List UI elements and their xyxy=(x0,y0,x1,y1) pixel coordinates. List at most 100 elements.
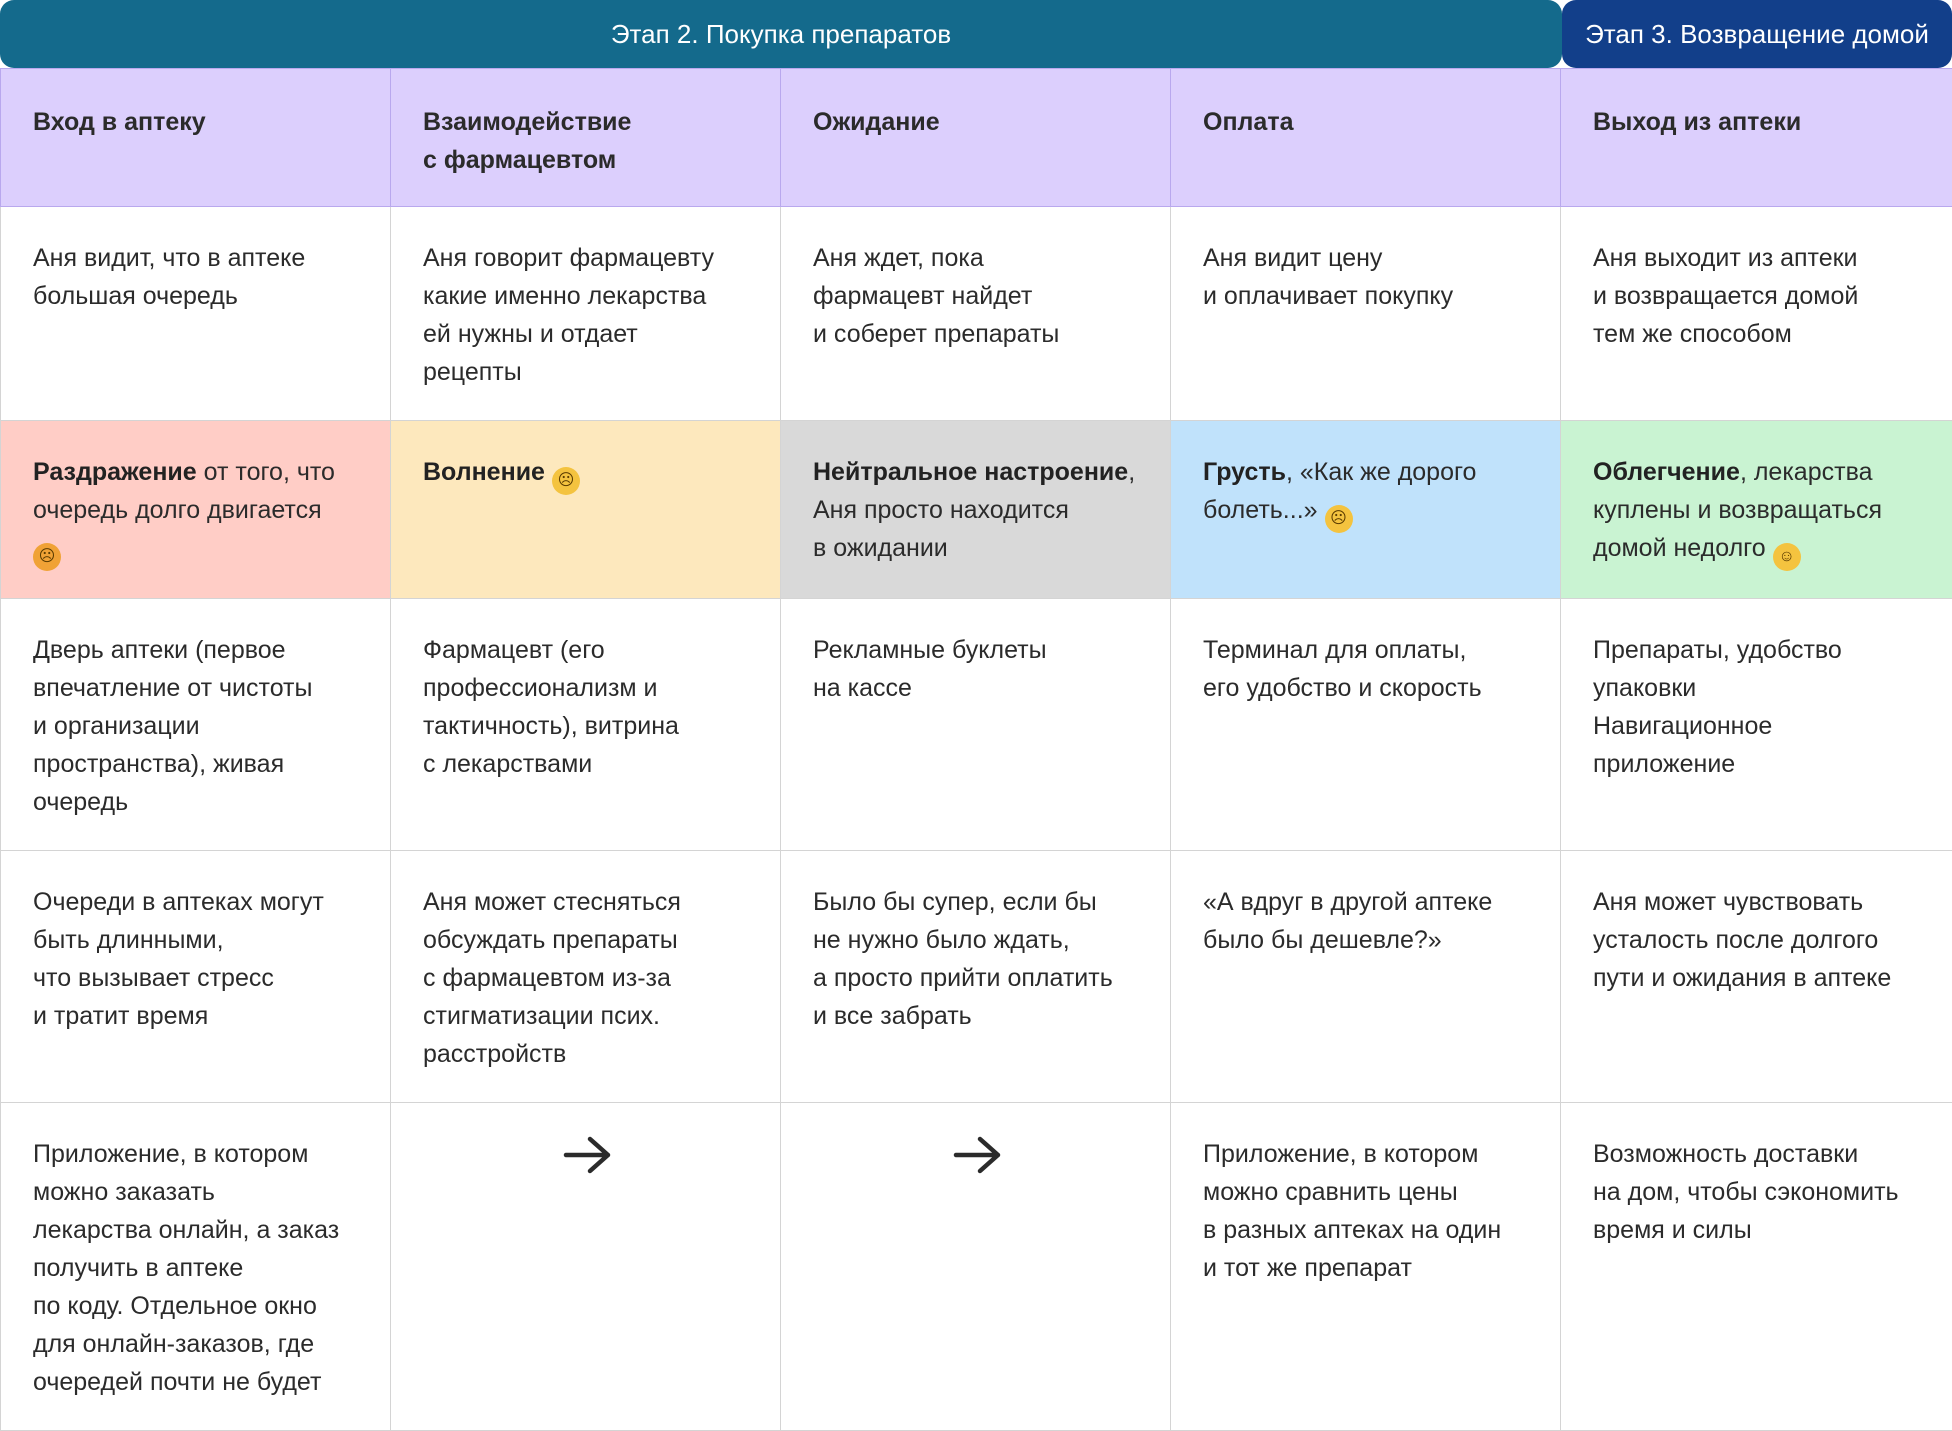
text-line: можно сравнить цены xyxy=(1203,1173,1532,1211)
stage-2-banner: Этап 2. Покупка препаратов xyxy=(0,0,1562,68)
text-line: Терминал для оплаты, xyxy=(1203,631,1532,669)
text-line: тем же способом xyxy=(1593,315,1924,353)
text-line: и тот же препарат xyxy=(1203,1249,1532,1287)
ideas-row: Приложение, в котором можно заказать лек… xyxy=(1,1103,1952,1431)
touchpoints-row: Дверь аптеки (первое впечатление от чист… xyxy=(1,599,1952,851)
relieved-face-icon: ☺ xyxy=(1773,543,1801,571)
text-line: для онлайн-заказов, где xyxy=(33,1325,362,1363)
idea-cell-arrow xyxy=(391,1103,781,1431)
text-line: Фармацевт (его xyxy=(423,631,752,669)
action-cell: Аня видит, что в аптеке большая очередь xyxy=(1,207,391,421)
arrow-right-icon xyxy=(562,1135,614,1175)
touchpoint-cell: Рекламные буклеты на кассе xyxy=(781,599,1171,851)
text-line: по коду. Отдельное окно xyxy=(33,1287,362,1325)
text-line: рецепты xyxy=(423,353,752,391)
text-line: в ожидании xyxy=(813,529,1142,567)
text-line: очередь xyxy=(33,783,362,821)
step-label: Оплата xyxy=(1203,103,1532,141)
text-line: можно заказать xyxy=(33,1173,362,1211)
text-line: не нужно было ждать, xyxy=(813,921,1142,959)
text-line: Аня видит, что в аптеке xyxy=(33,239,362,277)
step-label: с фармацевтом xyxy=(423,141,752,179)
arrow-right-icon xyxy=(952,1135,1004,1175)
text-line: очередей почти не будет xyxy=(33,1363,362,1401)
emotion-cell-neutral: Нейтральное настроение, Аня просто наход… xyxy=(781,421,1171,599)
text-line: впечатление от чистоты xyxy=(33,669,362,707)
text-line: Аня выходит из аптеки xyxy=(1593,239,1924,277)
text-line: Было бы супер, если бы xyxy=(813,883,1142,921)
text-line: профессионализм и xyxy=(423,669,752,707)
emotions-row: Раздражение от того, что очередь долго д… xyxy=(1,421,1952,599)
text-line: его удобство и скорость xyxy=(1203,669,1532,707)
text-line: Аня ждет, пока xyxy=(813,239,1142,277)
text-line: усталость после долгого xyxy=(1593,921,1924,959)
text-line: получить в аптеке xyxy=(33,1249,362,1287)
emotion-label: Раздражение xyxy=(33,458,197,486)
text-line: , «Как же дорого xyxy=(1286,458,1477,486)
text-line: болеть...» xyxy=(1203,496,1318,524)
text-line: лекарства онлайн, а заказ xyxy=(33,1211,362,1249)
text-line: какие именно лекарства xyxy=(423,277,752,315)
action-cell: Аня видит цену и оплачивает покупку xyxy=(1171,207,1561,421)
text-line: время и силы xyxy=(1593,1211,1924,1249)
touchpoint-cell: Дверь аптеки (первое впечатление от чист… xyxy=(1,599,391,851)
text-line: куплены и возвращаться xyxy=(1593,491,1924,529)
emotion-cell-relief: Облегчение, лекарства куплены и возвраща… xyxy=(1561,421,1952,599)
step-header-entry: Вход в аптеку xyxy=(1,69,391,207)
text-line: с лекарствами xyxy=(423,745,752,783)
step-header-waiting: Ожидание xyxy=(781,69,1171,207)
text-line: , лекарства xyxy=(1740,458,1873,486)
text-line: в разных аптеках на один xyxy=(1203,1211,1532,1249)
text-line: стигматизации псих. xyxy=(423,997,752,1035)
text-line: большая очередь xyxy=(33,277,362,315)
text-line: что вызывает стресс xyxy=(33,959,362,997)
step-label: Ожидание xyxy=(813,103,1142,141)
idea-cell: Приложение, в котором можно сравнить цен… xyxy=(1171,1103,1561,1431)
emotion-label: Грусть xyxy=(1203,458,1286,486)
step-label: Вход в аптеку xyxy=(33,103,362,141)
text-line: пространства), живая xyxy=(33,745,362,783)
idea-cell-arrow xyxy=(781,1103,1171,1431)
text-line: домой недолго xyxy=(1593,534,1766,562)
text-line: быть длинными, xyxy=(33,921,362,959)
text-line: «А вдруг в другой аптеке xyxy=(1203,883,1532,921)
text-line: расстройств xyxy=(423,1035,752,1073)
customer-journey-map: Вход в аптеку Взаимодействие с фармацевт… xyxy=(0,68,1952,1431)
action-cell: Аня выходит из аптеки и возвращается дом… xyxy=(1561,207,1952,421)
persevering-face-icon: ☹ xyxy=(552,467,580,495)
action-cell: Аня ждет, пока фармацевт найдет и собере… xyxy=(781,207,1171,421)
text-line: а просто прийти оплатить xyxy=(813,959,1142,997)
step-header-payment: Оплата xyxy=(1171,69,1561,207)
text-line: Навигационное xyxy=(1593,707,1924,745)
step-label: Взаимодействие xyxy=(423,103,752,141)
touchpoint-cell: Препараты, удобство упаковки Навигационн… xyxy=(1561,599,1952,851)
text-line: тактичность), витрина xyxy=(423,707,752,745)
text-line: Аня просто находится xyxy=(813,491,1142,529)
emotion-label: Волнение xyxy=(423,458,545,486)
text-line: приложение xyxy=(1593,745,1924,783)
step-label: Выход из аптеки xyxy=(1593,103,1924,141)
emotion-cell-irritation: Раздражение от того, что очередь долго д… xyxy=(1,421,391,599)
text-line: Аня может стесняться xyxy=(423,883,752,921)
pain-cell: Аня может стесняться обсуждать препараты… xyxy=(391,851,781,1103)
step-header-interaction: Взаимодействие с фармацевтом xyxy=(391,69,781,207)
text-line: и все забрать xyxy=(813,997,1142,1035)
pain-points-row: Очереди в аптеках могут быть длинными, ч… xyxy=(1,851,1952,1103)
step-header-exit: Выход из аптеки xyxy=(1561,69,1952,207)
text-line: с фармацевтом из-за xyxy=(423,959,752,997)
emotion-cell-anxiety: Волнение ☹ xyxy=(391,421,781,599)
touchpoint-cell: Фармацевт (его профессионализм и тактичн… xyxy=(391,599,781,851)
text-line: Приложение, в котором xyxy=(1203,1135,1532,1173)
idea-cell: Приложение, в котором можно заказать лек… xyxy=(1,1103,391,1431)
touchpoint-cell: Терминал для оплаты, его удобство и скор… xyxy=(1171,599,1561,851)
text-line: было бы дешевле?» xyxy=(1203,921,1532,959)
text-line: , xyxy=(1128,458,1135,486)
text-line: упаковки xyxy=(1593,669,1924,707)
text-line: и соберет препараты xyxy=(813,315,1142,353)
pain-cell: «А вдруг в другой аптеке было бы дешевле… xyxy=(1171,851,1561,1103)
text-line: на кассе xyxy=(813,669,1142,707)
text-line: пути и ожидания в аптеке xyxy=(1593,959,1924,997)
text-line: Препараты, удобство xyxy=(1593,631,1924,669)
text-line: Аня видит цену xyxy=(1203,239,1532,277)
pain-cell: Очереди в аптеках могут быть длинными, ч… xyxy=(1,851,391,1103)
